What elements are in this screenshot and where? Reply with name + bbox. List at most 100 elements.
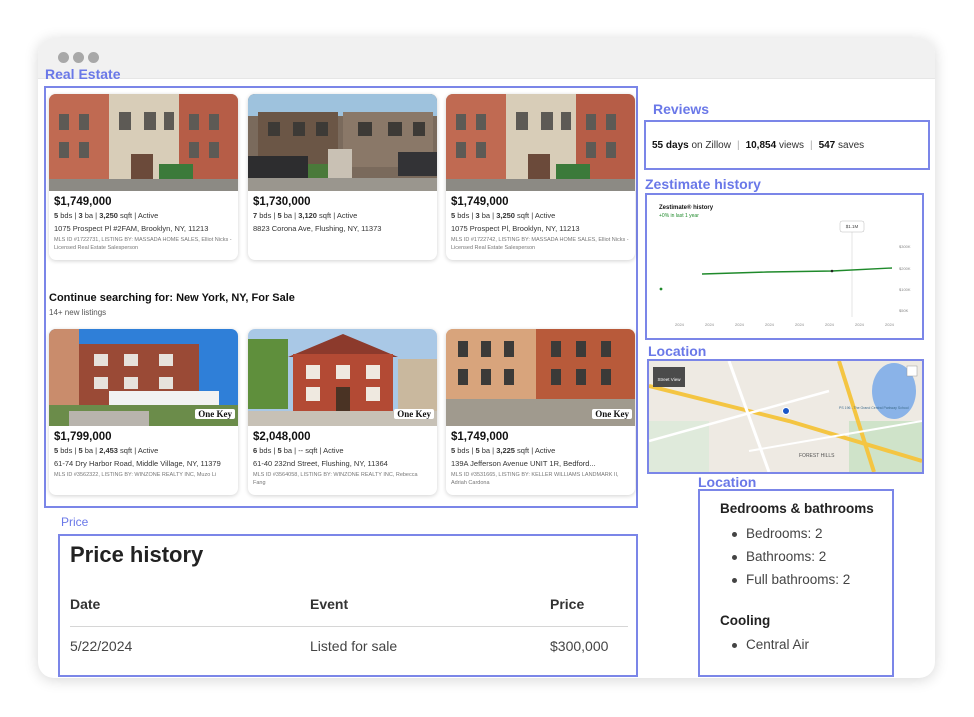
listing-address[interactable]: 8823 Corona Ave, Flushing, NY, 11373: [253, 224, 433, 233]
map-label-school: PS 196 - The Grand Central Parkway Schoo…: [839, 406, 909, 410]
fact-cooling: Central Air: [746, 637, 810, 652]
reviews-stats: 55 days on Zillow | 10,854 views | 547 saves: [652, 140, 865, 151]
listing-facts: 7 bds | 5 ba | 3,120 sqft | Active: [253, 211, 358, 220]
cooling-heading: Cooling: [720, 613, 771, 628]
listing-address[interactable]: 139A Jefferson Avenue UNIT 1R, Bedford..…: [451, 459, 631, 468]
column-header-date: Date: [70, 596, 101, 612]
zestimate-panel: Zestimate® history +0% in last 1 year $1…: [645, 193, 924, 340]
listing-mls: MLS ID #1722742, LISTING BY: MASSADA HOM…: [451, 237, 629, 252]
listing-card[interactable]: $1,749,000 5 bds | 3 ba | 3,250 sqft | A…: [446, 94, 635, 260]
table-divider: [70, 626, 628, 627]
listing-price: $1,730,000: [253, 196, 311, 208]
bullet-icon: [732, 643, 737, 648]
x-tick: 2024: [765, 322, 775, 327]
listing-card[interactable]: One Key $1,799,000 5 bds | 5 ba | 2,453 …: [49, 329, 238, 495]
window-dot[interactable]: [58, 52, 69, 63]
window-dot[interactable]: [88, 52, 99, 63]
listing-mls: MLS ID #1722731, LISTING BY: MASSADA HOM…: [54, 237, 232, 252]
x-tick: 2024: [885, 322, 895, 327]
fact-bathrooms: Bathrooms: 2: [746, 549, 827, 564]
onekey-badge: One Key: [592, 409, 632, 419]
x-tick: 2024: [825, 322, 835, 327]
x-tick: 2024: [735, 322, 745, 327]
bed-bath-heading: Bedrooms & bathrooms: [720, 501, 874, 516]
x-tick: 2024: [855, 322, 865, 327]
listing-price: $1,749,000: [54, 196, 112, 208]
listing-photo[interactable]: [446, 94, 635, 191]
listing-photo[interactable]: One Key: [446, 329, 635, 426]
window-titlebar: [38, 38, 935, 79]
listing-card[interactable]: One Key $1,749,000 5 bds | 5 ba | 3,225 …: [446, 329, 635, 495]
continue-searching-subtitle: 14+ new listings: [49, 308, 107, 317]
listing-facts: 5 bds | 5 ba | 3,225 sqft | Active: [451, 446, 556, 455]
y-tick: $50K: [899, 308, 909, 313]
listing-price: $2,048,000: [253, 431, 311, 443]
listing-mls: MLS ID #3564058, LISTING BY: WINZONE REA…: [253, 472, 418, 487]
listing-address[interactable]: 1075 Prospect Pl #2FAM, Brooklyn, NY, 11…: [54, 224, 234, 233]
onekey-badge: One Key: [394, 409, 434, 419]
section-label-price: Price: [61, 515, 89, 529]
location-map[interactable]: Street View FOREST HILLS PS 196 - The Gr…: [649, 361, 922, 472]
section-label-location-facts: Location: [698, 474, 757, 490]
x-tick: 2024: [795, 322, 805, 327]
listing-mls: [253, 236, 433, 244]
y-tick: $200K: [899, 266, 911, 271]
listing-facts: 5 bds | 3 ba | 3,250 sqft | Active: [451, 211, 556, 220]
listing-card[interactable]: $1,749,000 5 bds | 3 ba | 3,250 sqft | A…: [49, 94, 238, 260]
listing-address[interactable]: 61-40 232nd Street, Flushing, NY, 11364: [253, 459, 433, 468]
location-map-panel: Street View FOREST HILLS PS 196 - The Gr…: [647, 359, 924, 474]
table-cell-price: $300,000: [550, 638, 609, 654]
listing-address[interactable]: 1075 Prospect Pl, Brooklyn, NY, 11213: [451, 224, 631, 233]
listing-facts: 5 bds | 5 ba | 2,453 sqft | Active: [54, 446, 159, 455]
listing-card[interactable]: One Key $2,048,000 6 bds | 5 ba | -- sqf…: [248, 329, 437, 495]
listing-facts: 5 bds | 3 ba | 3,250 sqft | Active: [54, 211, 159, 220]
listing-address[interactable]: 61-74 Dry Harbor Road, Middle Village, N…: [54, 459, 234, 468]
listing-photo[interactable]: [49, 94, 238, 191]
listing-facts: 6 bds | 5 ba | -- sqft | Active: [253, 446, 344, 455]
fact-full-bathrooms: Full bathrooms: 2: [746, 572, 851, 587]
bullet-icon: [732, 532, 737, 537]
section-label-zestimate: Zestimate history: [645, 176, 761, 192]
bullet-icon: [732, 578, 737, 583]
location-facts-panel: Bedrooms & bathrooms Bedrooms: 2 Bathroo…: [698, 489, 894, 677]
map-expand-icon: [906, 365, 918, 377]
listing-mls: MLS ID #3562322, LISTING BY: WINZONE REA…: [54, 472, 217, 478]
section-label-real-estate: Real Estate: [45, 66, 121, 82]
bullet-icon: [732, 555, 737, 560]
y-tick: $300K: [899, 244, 911, 249]
x-tick: 2024: [705, 322, 715, 327]
reviews-panel: 55 days on Zillow | 10,854 views | 547 saves: [644, 120, 930, 170]
zestimate-series-line: [701, 267, 893, 275]
continue-searching-title[interactable]: Continue searching for: New York, NY, Fo…: [49, 292, 295, 304]
price-history-title: Price history: [70, 542, 204, 567]
table-cell-date: 5/22/2024: [70, 638, 133, 654]
listing-card[interactable]: $1,730,000 7 bds | 5 ba | 3,120 sqft | A…: [248, 94, 437, 260]
listing-price: $1,749,000: [451, 431, 509, 443]
listing-photo[interactable]: One Key: [248, 329, 437, 426]
zestimate-chart-title: Zestimate® history: [659, 204, 714, 211]
listing-price: $1,799,000: [54, 431, 112, 443]
zestimate-chart[interactable]: Zestimate® history +0% in last 1 year $1…: [647, 195, 922, 338]
listing-photo[interactable]: One Key: [49, 329, 238, 426]
window-dot[interactable]: [73, 52, 84, 63]
location-pin-icon: [782, 407, 790, 415]
section-label-location-map: Location: [648, 343, 707, 359]
column-header-price: Price: [550, 596, 585, 612]
table-cell-event: Listed for sale: [310, 638, 398, 654]
zestimate-chart-change: +0% in last 1 year: [659, 213, 699, 219]
listing-photo[interactable]: [248, 94, 437, 191]
price-history-panel: Price history Date Event Price 5/22/2024…: [58, 534, 638, 677]
listing-mls: MLS ID #3531665, LISTING BY: KELLER WILL…: [451, 472, 619, 487]
zestimate-tooltip: $1.1M: [846, 224, 859, 229]
street-view-label: Street View: [658, 377, 682, 382]
onekey-badge: One Key: [195, 409, 235, 419]
map-label-forest-hills: FOREST HILLS: [799, 453, 835, 459]
column-header-event: Event: [310, 596, 349, 612]
fact-bedrooms: Bedrooms: 2: [746, 526, 823, 541]
y-tick: $100K: [899, 287, 911, 292]
listing-price: $1,749,000: [451, 196, 509, 208]
zestimate-start-point: [659, 287, 663, 291]
x-tick: 2024: [675, 322, 685, 327]
zestimate-current-point: [830, 269, 834, 273]
section-label-reviews: Reviews: [653, 101, 710, 117]
